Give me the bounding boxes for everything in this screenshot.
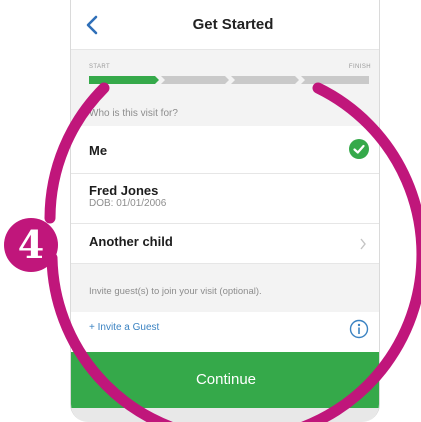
chevron-right-icon xyxy=(360,238,366,250)
invite-guests-info: Invite guest(s) to join your visit (opti… xyxy=(71,264,379,312)
navigation-bar: Get Started xyxy=(71,0,379,50)
progress-segment-2 xyxy=(161,76,229,84)
progress-finish-label: FINISH xyxy=(348,64,371,70)
step-badge-circle xyxy=(4,218,58,272)
invite-guest-row: + Invite a Guest xyxy=(71,312,379,346)
bottom-bar xyxy=(71,408,379,422)
option-another-child-label: Another child xyxy=(89,234,173,249)
continue-button[interactable]: Continue xyxy=(71,352,379,408)
back-chevron-icon[interactable] xyxy=(83,13,103,37)
progress-segment-4 xyxy=(301,76,369,84)
option-fred-jones-dob: DOB: 01/01/2006 xyxy=(89,198,167,209)
checkmark-icon xyxy=(349,139,369,159)
step-badge: 4 xyxy=(3,217,59,273)
visit-for-label: Who is this visit for? xyxy=(71,100,379,126)
phone-screen: Get Started START FINISH Who is this vis… xyxy=(70,0,380,422)
progress-section: START FINISH xyxy=(71,50,379,100)
option-fred-jones[interactable]: Fred Jones DOB: 01/01/2006 xyxy=(71,174,379,224)
option-fred-jones-label: Fred Jones xyxy=(89,183,159,198)
option-me[interactable]: Me xyxy=(71,126,379,174)
option-another-child[interactable]: Another child xyxy=(71,224,379,264)
progress-segment-3 xyxy=(231,76,299,84)
step-badge-number: 4 xyxy=(17,222,45,267)
info-icon[interactable] xyxy=(349,319,369,339)
option-me-label: Me xyxy=(89,143,108,158)
progress-segment-1 xyxy=(89,76,159,84)
progress-bar xyxy=(89,76,369,84)
page-title: Get Started xyxy=(192,16,274,33)
progress-start-label: START xyxy=(89,64,111,70)
invite-guest-link[interactable]: + Invite a Guest xyxy=(89,322,159,333)
